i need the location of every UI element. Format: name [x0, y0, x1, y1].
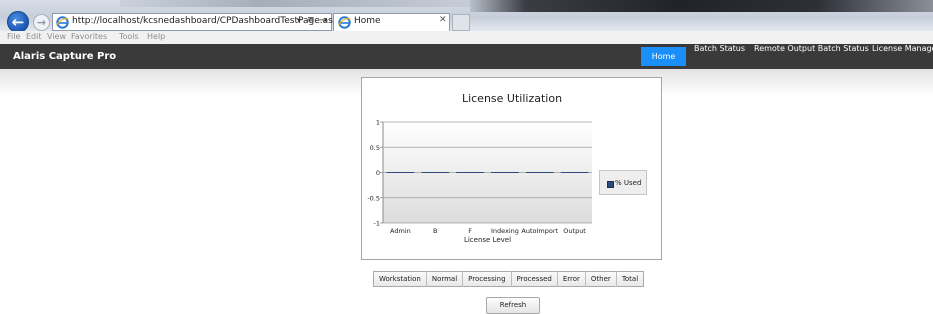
- legend-label: % Used: [615, 179, 642, 187]
- new-tab-button[interactable]: [452, 14, 470, 31]
- chart-plot: 1 0.5 0 -0.5 -1 Admin B F Indexing AutoImport Out…: [367, 119, 592, 244]
- browser-chrome: ← → http://localhost/kcsnedashboard/CPDa…: [0, 0, 933, 33]
- back-arrow-icon[interactable]: ←: [7, 11, 29, 33]
- compat-view-icon[interactable]: ≡: [307, 15, 315, 25]
- bar: [560, 172, 589, 173]
- menu-file[interactable]: File: [7, 32, 20, 41]
- app-brand[interactable]: Alaris Capture Pro: [13, 51, 116, 62]
- nav-license-manager[interactable]: License Manager: [872, 44, 933, 69]
- menu-view[interactable]: View: [47, 32, 66, 41]
- nav-batch-status[interactable]: Batch Status: [694, 44, 745, 69]
- app-navbar: Alaris Capture Pro Home Batch Status Rem…: [0, 44, 933, 69]
- address-bar[interactable]: http://localhost/kcsnedashboard/CPDashbo…: [52, 13, 381, 31]
- legend-swatch: [607, 181, 614, 188]
- batch-status-table: Workstation Normal Processing Processed …: [373, 271, 645, 287]
- blurred-window-strip: [120, 0, 470, 7]
- refresh-button[interactable]: Refresh: [486, 297, 540, 314]
- x-tick-label: B: [433, 227, 437, 235]
- ie-page-icon: [56, 16, 69, 29]
- tab-home[interactable]: Home ✕: [333, 13, 450, 31]
- chart-legend: % Used: [599, 170, 647, 195]
- y-tick-label: 0: [376, 169, 380, 177]
- tab-title: Home: [354, 16, 381, 26]
- x-tick-label: F: [468, 227, 472, 235]
- bar: [490, 172, 519, 173]
- forward-arrow-icon[interactable]: →: [33, 14, 50, 31]
- browser-menubar: File Edit View Favorites Tools Help: [0, 31, 933, 44]
- col-workstation: Workstation: [373, 271, 427, 287]
- ie-page-icon: [338, 16, 351, 29]
- x-axis-label: License Level: [464, 236, 511, 244]
- x-tick-label: Indexing: [491, 227, 519, 235]
- x-tick-label: Admin: [390, 227, 411, 235]
- y-tick-label: -1: [374, 220, 380, 228]
- col-normal: Normal: [426, 271, 464, 287]
- address-dropdown-icon[interactable]: ▾: [297, 16, 301, 25]
- y-tick-label: 0.5: [370, 144, 380, 152]
- bar: [386, 172, 415, 173]
- menu-help[interactable]: Help: [147, 32, 165, 41]
- y-tick-label: 1: [376, 119, 380, 127]
- col-other: Other: [585, 271, 617, 287]
- x-tick-label: Output: [563, 227, 586, 235]
- bar: [525, 172, 554, 173]
- menu-favorites[interactable]: Favorites: [71, 32, 107, 41]
- col-error: Error: [557, 271, 586, 287]
- y-tick-label: -0.5: [367, 194, 380, 202]
- table-header-row: Workstation Normal Processing Processed …: [373, 271, 644, 287]
- bar: [421, 172, 450, 173]
- col-processed: Processed: [511, 271, 558, 287]
- nav-home[interactable]: Home: [641, 47, 686, 66]
- x-tick-label: AutoImport: [521, 227, 558, 235]
- blurred-window-strip-dark: [470, 0, 933, 12]
- menu-edit[interactable]: Edit: [26, 32, 42, 41]
- nav-remote-output-batch-status[interactable]: Remote Output Batch Status: [754, 44, 869, 69]
- menu-tools[interactable]: Tools: [119, 32, 139, 41]
- col-total: Total: [621, 275, 639, 283]
- license-utilization-chart: License Utilization 1 0.5 0 -0.5 -1 Admin B F I…: [361, 77, 662, 260]
- go-arrow-icon[interactable]: →: [319, 15, 327, 26]
- col-processing: Processing: [462, 271, 512, 287]
- bar: [456, 172, 485, 173]
- close-icon[interactable]: ✕: [439, 15, 447, 25]
